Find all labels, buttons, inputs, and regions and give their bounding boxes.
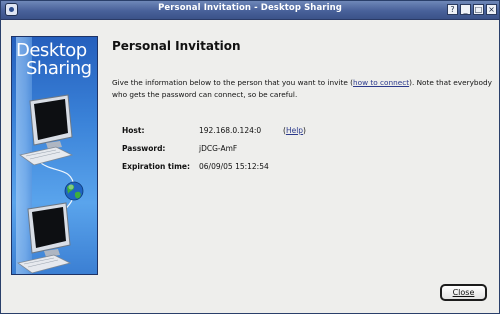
computer-icon [17,202,72,274]
window-title: Personal Invitation - Desktop Sharing [158,3,342,13]
close-button[interactable]: Close [440,284,487,301]
close-button-label: Close [452,288,475,297]
host-value: 192.168.0.124:0 [199,126,262,135]
dialog-content: Desktop Sharing Personal Invitation Give… [1,20,499,313]
sidebar-banner: Desktop Sharing [11,36,98,275]
maximize-button[interactable]: □ [473,4,484,15]
minimize-button[interactable]: _ [460,4,471,15]
instructions-text: Give the information below to the person… [112,77,492,101]
globe-icon [64,181,84,201]
help-close-paren: ) [303,126,306,135]
help-window-button[interactable]: ? [447,4,458,15]
help-link-wrapper: (Help) [283,126,306,135]
expiration-label: Expiration time: [122,162,190,171]
how-to-connect-link[interactable]: how to connect [353,78,409,87]
network-illustration [17,94,84,274]
help-link[interactable]: Help [286,126,303,135]
password-label: Password: [122,144,166,153]
computer-icon [19,94,74,166]
expiration-value: 06/09/05 15:12:54 [199,162,269,171]
title-bar[interactable]: Personal Invitation - Desktop Sharing ? … [1,1,499,20]
page-title: Personal Invitation [112,39,241,53]
close-window-button[interactable]: × [486,4,497,15]
instructions-text-start: Give the information below to the person… [112,78,353,87]
dialog-window: Personal Invitation - Desktop Sharing ? … [0,0,500,314]
password-value: jDCG-AmF [199,144,238,153]
host-label: Host: [122,126,145,135]
